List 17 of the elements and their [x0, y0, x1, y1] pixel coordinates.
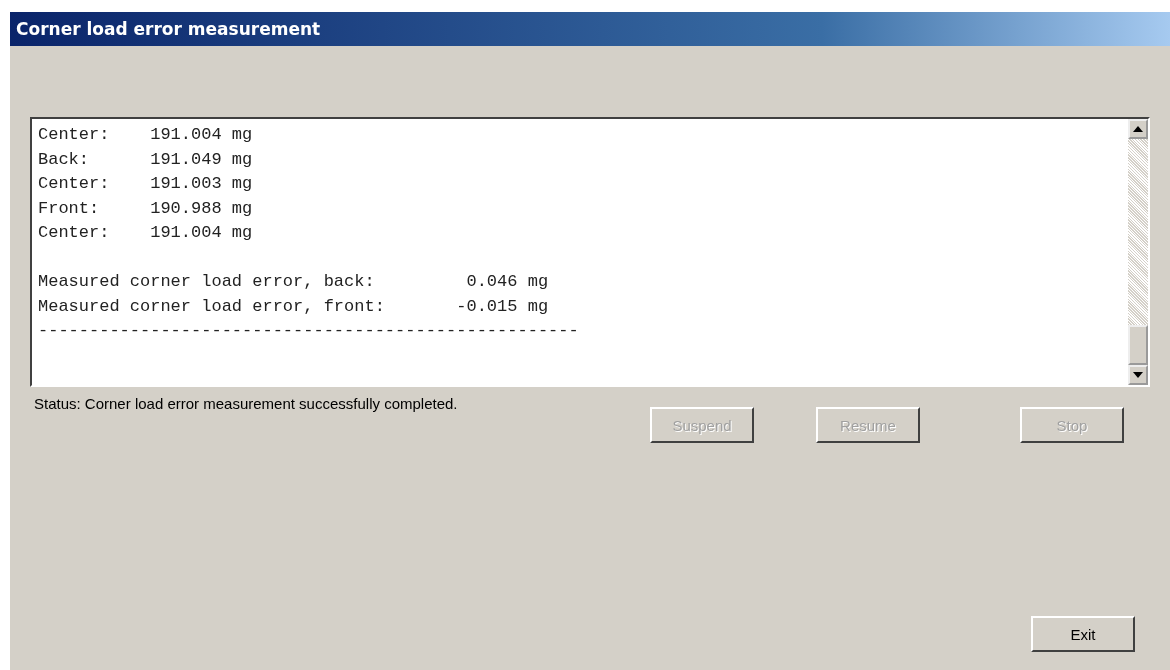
up-arrow-icon	[1133, 126, 1143, 132]
down-arrow-icon	[1133, 372, 1143, 378]
scroll-down-button[interactable]	[1128, 365, 1148, 385]
scrollbar[interactable]	[1128, 119, 1148, 385]
log-line: Center: 191.003 mg	[38, 173, 254, 195]
status-text: Status: Corner load error measurement successfully completed.	[33, 395, 459, 412]
scroll-thumb[interactable]	[1128, 325, 1148, 365]
log-line: Center: 191.004 mg	[38, 222, 254, 244]
scroll-up-button[interactable]	[1128, 119, 1148, 139]
log-line: Measured corner load error, front: -0.015 mg	[38, 295, 550, 318]
log-line: Back: 191.049 mg	[38, 148, 254, 171]
log-line: Measured corner load error, back: 0.046 mg	[38, 271, 550, 293]
exit-button[interactable]: Exit	[1031, 616, 1135, 652]
window-title: Corner load error measurement	[16, 19, 321, 39]
log-line: Front: 190.988 mg	[38, 197, 254, 220]
separator-line: -----------------------------------------------------	[38, 320, 580, 342]
log-line: Center: 191.004 mg	[38, 124, 254, 146]
